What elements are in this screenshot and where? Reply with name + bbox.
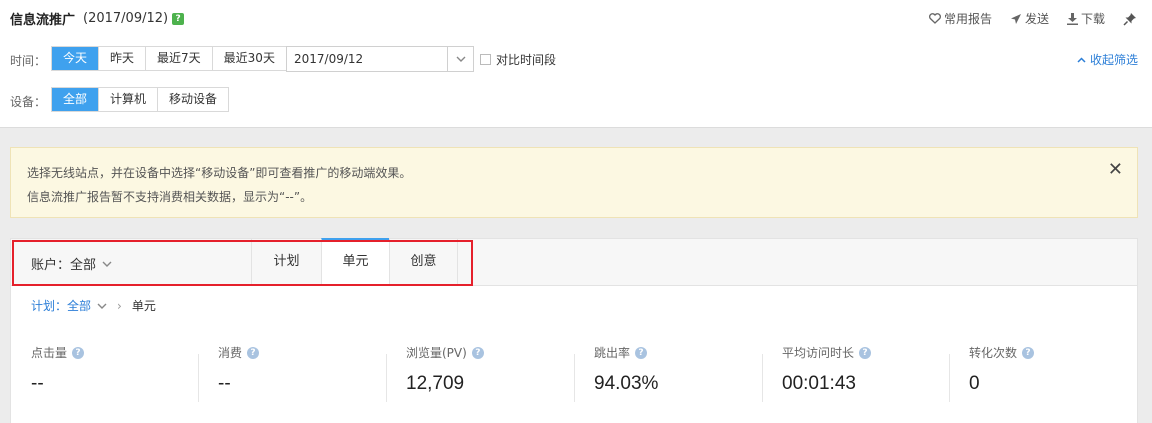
metric-value: 94.03%: [594, 373, 659, 394]
metric-label: 转化次数: [969, 346, 1018, 360]
metric-bounce-rate: 跳出率? 94.03%: [594, 344, 658, 404]
notice-line-2: 信息流推广报告暂不支持消费相关数据，显示为“--”。: [27, 190, 313, 204]
send-label: 发送: [1024, 12, 1049, 26]
metric-conversions: 转化次数? 0: [969, 344, 1035, 404]
time-option-today[interactable]: 今天: [52, 47, 99, 70]
time-option-last7[interactable]: 最近7天: [145, 47, 212, 70]
help-icon[interactable]: ?: [1022, 346, 1035, 359]
metric-label: 平均访问时长: [782, 346, 855, 360]
breadcrumb-plan-link[interactable]: 计划：全部: [31, 297, 91, 314]
metric-avg-visit-duration: 平均访问时长? 00:01:43: [782, 344, 872, 404]
close-icon[interactable]: ✕: [1108, 161, 1123, 179]
time-option-yesterday[interactable]: 昨天: [98, 47, 145, 70]
pin-icon: [1123, 12, 1136, 26]
divider: [949, 354, 950, 402]
divider: [574, 354, 575, 402]
header-actions: 常用报告 发送 下载: [911, 10, 1140, 27]
download-icon: [1066, 12, 1078, 25]
time-option-last30[interactable]: 最近30天: [211, 47, 286, 70]
compare-period-toggle[interactable]: 对比时间段: [480, 51, 556, 68]
highlight-box: [12, 240, 473, 286]
favorite-report-button[interactable]: 常用报告: [929, 10, 992, 27]
divider: [198, 354, 199, 402]
send-button[interactable]: 发送: [1010, 10, 1049, 27]
collapse-label: 收起筛选: [1089, 53, 1138, 67]
metric-label: 跳出率: [594, 346, 631, 360]
send-icon: [1010, 13, 1021, 24]
metric-value: --: [218, 373, 231, 394]
notice-banner: 选择无线站点，并在设备中选择“移动设备”即可查看推广的移动端效果。 信息流推广报…: [10, 147, 1138, 218]
chevron-up-icon: [1077, 56, 1086, 63]
compare-checkbox[interactable]: [480, 54, 491, 65]
breadcrumb-current: 单元: [131, 299, 156, 313]
divider: [386, 354, 387, 402]
collapse-filters-link[interactable]: 收起筛选: [1077, 51, 1138, 68]
notice-line-1: 选择无线站点，并在设备中选择“移动设备”即可查看推广的移动端效果。: [27, 166, 412, 180]
date-picker[interactable]: 2017/09/12: [286, 46, 474, 72]
compare-label: 对比时间段: [496, 53, 557, 67]
download-button[interactable]: 下载: [1066, 10, 1105, 27]
date-value: 2017/09/12: [294, 52, 364, 66]
help-icon[interactable]: ?: [635, 346, 648, 359]
breadcrumb-separator: ›: [117, 298, 122, 313]
device-option-computer[interactable]: 计算机: [98, 88, 157, 111]
favorite-report-label: 常用报告: [943, 12, 992, 26]
report-title: 信息流推广: [10, 13, 76, 28]
help-icon[interactable]: ?: [859, 346, 872, 359]
metric-value: 00:01:43: [782, 373, 856, 394]
metric-value: --: [31, 373, 44, 394]
divider: [762, 354, 763, 402]
time-range-selector: 今天 昨天 最近7天 最近30天: [51, 46, 287, 71]
metric-label: 浏览量(PV): [406, 346, 467, 360]
metric-label: 消费: [218, 346, 243, 360]
chevron-down-icon: [456, 56, 465, 62]
chevron-down-icon[interactable]: [97, 303, 107, 309]
device-option-all[interactable]: 全部: [52, 88, 99, 111]
help-icon[interactable]: ?: [471, 346, 484, 359]
metric-value: 0: [969, 373, 980, 394]
heart-icon: [929, 13, 941, 24]
report-date: (2017/09/12): [83, 11, 169, 26]
page-title: 信息流推广 (2017/09/12) ?: [10, 9, 185, 28]
device-selector: 全部 计算机 移动设备: [51, 87, 230, 112]
filter-area: 信息流推广 (2017/09/12) ? 常用报告 发送 下载 时间： 今天 昨…: [0, 0, 1152, 128]
metric-label: 点击量: [31, 346, 68, 360]
help-icon[interactable]: ?: [172, 12, 185, 25]
breadcrumb: 计划：全部 › 单元: [31, 297, 156, 314]
help-icon[interactable]: ?: [247, 346, 260, 359]
metric-clicks: 点击量? --: [31, 344, 85, 404]
time-label: 时间：: [10, 54, 47, 68]
metric-pageviews: 浏览量(PV)? 12,709: [406, 344, 484, 404]
date-dropdown-button[interactable]: [447, 47, 473, 71]
metric-value: 12,709: [406, 373, 465, 394]
metric-cost: 消费? --: [218, 344, 260, 404]
help-icon[interactable]: ?: [72, 346, 85, 359]
pin-button[interactable]: [1123, 12, 1140, 26]
device-option-mobile[interactable]: 移动设备: [157, 88, 228, 111]
device-label: 设备：: [10, 95, 47, 109]
download-label: 下载: [1080, 12, 1105, 26]
